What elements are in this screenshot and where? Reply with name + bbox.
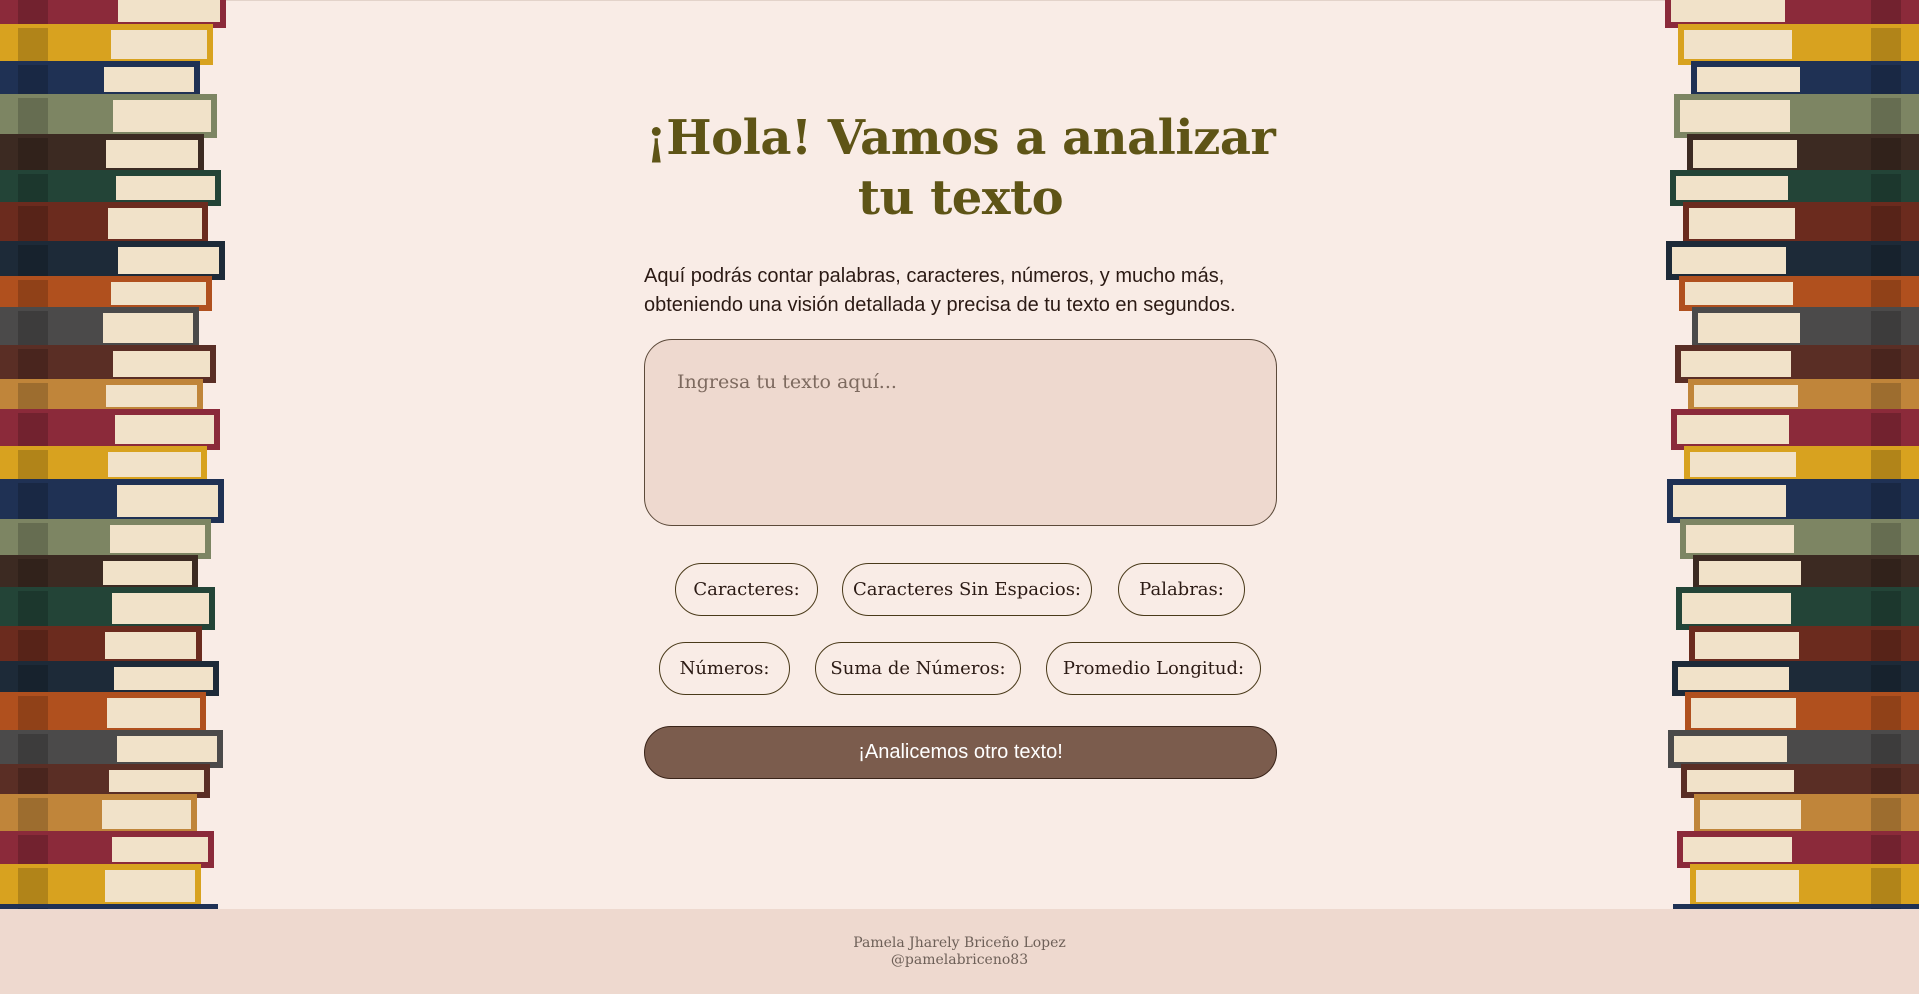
analyze-again-button[interactable]: ¡Analicemos otro texto!: [644, 726, 1277, 779]
characters-no-spaces-stat: Caracteres Sin Espacios:: [842, 563, 1092, 616]
book-stack-left-image: [0, 0, 248, 909]
footer-author: Pamela Jharely Briceño Lopez: [853, 934, 1066, 951]
footer-handle: @pamelabriceno83: [890, 951, 1029, 968]
numbers-stat: Números:: [659, 642, 790, 695]
main-content: ¡Hola! Vamos a analizar tu texto Aquí po…: [644, 0, 1277, 909]
numbers-sum-stat: Suma de Números:: [815, 642, 1021, 695]
footer: Pamela Jharely Briceño Lopez @pamelabric…: [0, 909, 1919, 994]
text-input[interactable]: [644, 339, 1277, 526]
page-title: ¡Hola! Vamos a analizar tu texto: [645, 110, 1276, 226]
average-length-stat: Promedio Longitud:: [1046, 642, 1261, 695]
words-stat: Palabras:: [1118, 563, 1245, 616]
book-stack-right-image: [1643, 0, 1919, 909]
page-subtitle: Aquí podrás contar palabras, caracteres,…: [644, 265, 1236, 316]
characters-stat: Caracteres:: [675, 563, 818, 616]
